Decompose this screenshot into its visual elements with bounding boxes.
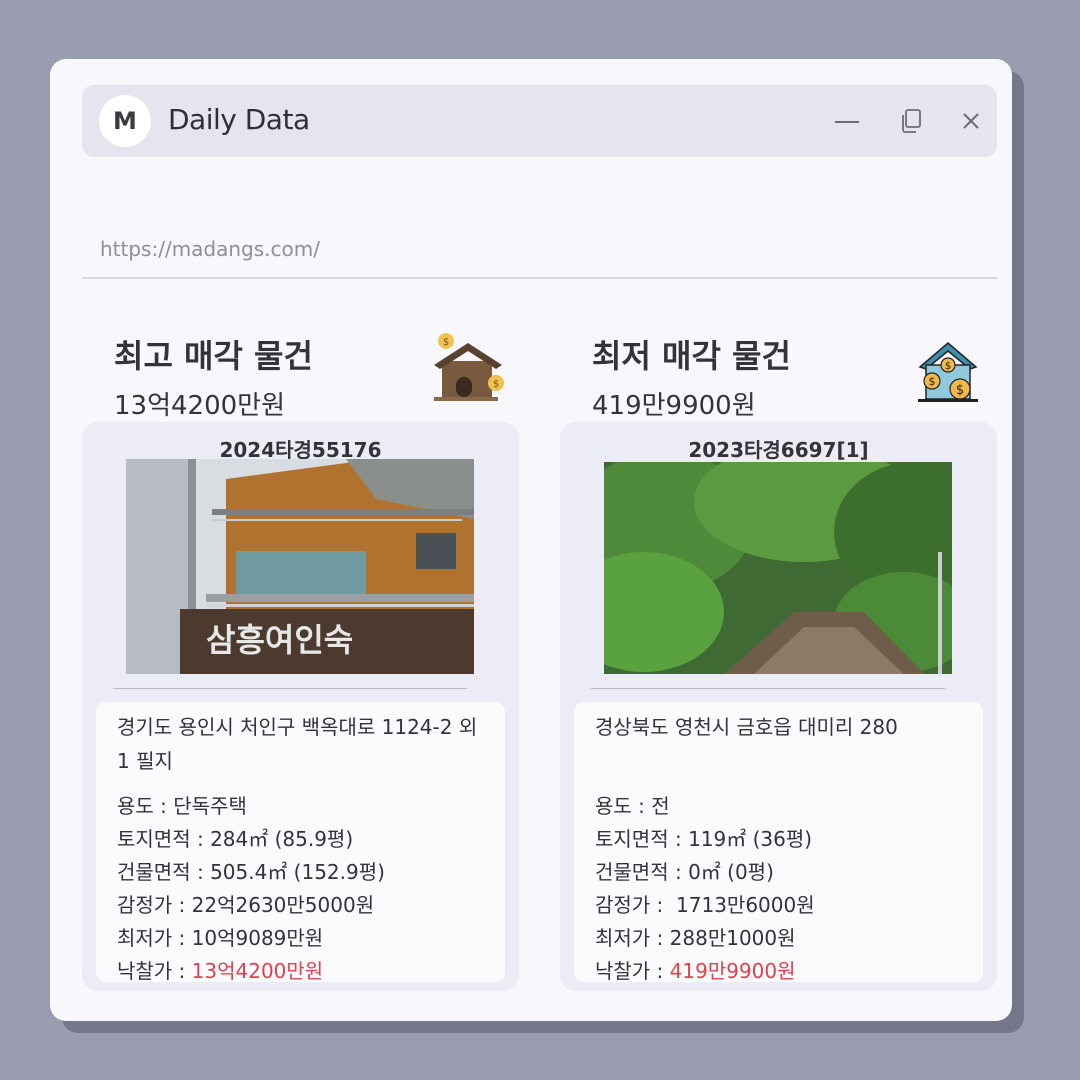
usage-value: 단독주택 <box>173 794 247 818</box>
restore-icon <box>902 109 921 133</box>
svg-text:$: $ <box>945 361 951 372</box>
address: 경기도 용인시 처인구 백옥대로 1124-2 외 1 필지 <box>117 715 478 773</box>
case-number: 2023타경6697[1] <box>688 438 869 462</box>
url-divider <box>82 277 997 279</box>
minimize-button[interactable] <box>829 103 865 139</box>
highest-price: 13억4200만원 <box>114 391 286 421</box>
title-bar: M Daily Data <box>82 85 997 157</box>
house-with-dollar-coins-icon: $ $ $ <box>918 342 978 402</box>
app-window: M Daily Data https://madangs.com/ 최고 매각 … <box>50 59 1012 1021</box>
property-info: 경기도 용인시 처인구 백옥대로 1124-2 외 1 필지 용도 : 단독주택… <box>96 702 505 983</box>
lowest-card[interactable]: 2023타경6697[1] 경상북도 영천시 금호읍 대미리 280 용도 : … <box>560 422 997 991</box>
winning-bid-value: 13억4200만원 <box>191 959 324 983</box>
building-area-row: 건물면적 : 505.4㎡ (152.9평) <box>117 860 385 884</box>
land-area-value: 284㎡ (85.9평) <box>210 827 354 851</box>
minimize-icon <box>835 121 859 123</box>
land-area-value: 119㎡ (36평) <box>688 827 813 851</box>
minimum-price-row: 최저가 : 288만1000원 <box>595 926 796 950</box>
svg-text:$: $ <box>493 379 499 390</box>
land-area-row: 토지면적 : 284㎡ (85.9평) <box>117 827 354 851</box>
usage-row: 용도 : 전 <box>595 794 670 818</box>
svg-text:$: $ <box>443 337 449 348</box>
building-area-row: 건물면적 : 0㎡ (0평) <box>595 860 774 884</box>
highest-card[interactable]: 2024타경55176 삼흥여인숙 경기도 용인시 처인구 백옥대로 1124-… <box>82 422 519 991</box>
lowest-price: 419만9900원 <box>592 391 756 421</box>
restore-button[interactable] <box>893 103 929 139</box>
property-info: 경상북도 영천시 금호읍 대미리 280 용도 : 전 토지면적 : 119㎡ … <box>574 702 983 983</box>
usage-value: 전 <box>651 794 670 818</box>
appraisal-value: 22억2630만5000원 <box>191 893 375 917</box>
minimum-price-value: 288만1000원 <box>669 926 796 950</box>
address: 경상북도 영천시 금호읍 대미리 280 <box>595 715 898 739</box>
building-area-value: 505.4㎡ (152.9평) <box>210 860 385 884</box>
winning-bid-row: 낙찰가 : 419만9900원 <box>595 959 796 983</box>
svg-text:$: $ <box>956 383 964 398</box>
app-title: Daily Data <box>168 103 310 136</box>
property-photo: 삼흥여인숙 <box>126 459 474 674</box>
appraisal-row: 감정가 : 1713만6000원 <box>595 893 815 917</box>
house-with-coins-icon: $ $ <box>434 333 504 401</box>
photo-sign-text: 삼흥여인숙 <box>206 621 353 659</box>
winning-bid-value: 419만9900원 <box>669 959 796 983</box>
winning-bid-row: 낙찰가 : 13억4200만원 <box>117 959 324 983</box>
land-area-row: 토지면적 : 119㎡ (36평) <box>595 827 813 851</box>
app-logo: M <box>99 95 151 147</box>
close-icon <box>963 113 979 129</box>
svg-text:$: $ <box>929 375 936 388</box>
lowest-title: 최저 매각 물건 <box>592 337 791 375</box>
appraisal-row: 감정가 : 22억2630만5000원 <box>117 893 375 917</box>
close-button[interactable] <box>953 103 989 139</box>
minimum-price-row: 최저가 : 10억9089만원 <box>117 926 324 950</box>
url-text[interactable]: https://madangs.com/ <box>100 237 320 261</box>
usage-row: 용도 : 단독주택 <box>117 794 247 818</box>
minimum-price-value: 10억9089만원 <box>191 926 324 950</box>
highest-title: 최고 매각 물건 <box>114 337 313 375</box>
card-divider <box>113 688 467 689</box>
property-photo <box>604 462 952 674</box>
appraisal-value: 1713만6000원 <box>676 893 815 917</box>
building-area-value: 0㎡ (0평) <box>688 860 774 884</box>
card-divider <box>591 688 945 689</box>
